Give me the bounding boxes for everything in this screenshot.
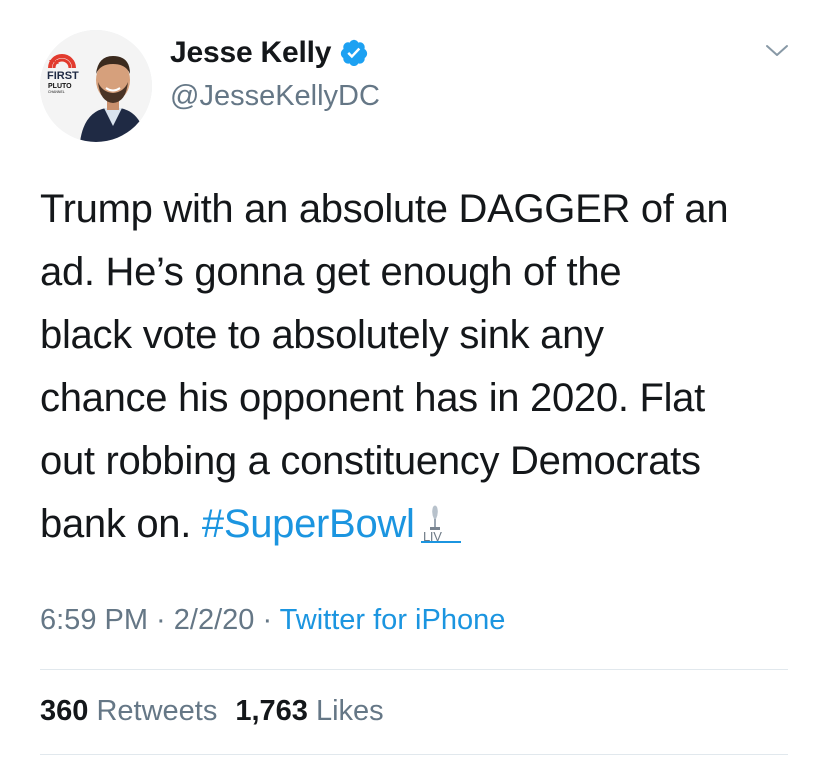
avatar-badge-first: FIRST <box>47 70 79 82</box>
tweet-text-line: chance his opponent has in 2020. Flat <box>40 376 705 420</box>
tweet-date[interactable]: 2/2/20 <box>174 604 255 636</box>
tweet-text-line: out robbing a constituency Democrats <box>40 439 701 483</box>
verified-badge-icon <box>339 38 369 68</box>
tweet-text-prefix: bank on. <box>40 502 202 546</box>
tweet-text: Trump with an absolute DAGGER of an ad. … <box>40 178 800 556</box>
hashtag-link[interactable]: #SuperBowl <box>202 502 415 546</box>
likes-label: Likes <box>315 695 384 727</box>
author-name-row[interactable]: Jesse Kelly <box>170 36 369 70</box>
tweet-text-line: black vote to absolutely sink any <box>40 313 604 357</box>
divider <box>40 669 788 670</box>
likes-count: 1,763 <box>235 695 308 727</box>
retweets-stat[interactable]: 360 Retweets <box>40 695 217 727</box>
tweet-text-line: ad. He’s gonna get enough of the <box>40 250 622 294</box>
author-handle[interactable]: @JesseKellyDC <box>170 80 380 113</box>
display-name[interactable]: Jesse Kelly <box>170 36 331 70</box>
avatar-badge-pluto: PLUTO <box>48 83 72 90</box>
divider <box>40 754 788 755</box>
meta-separator: · <box>148 604 174 636</box>
avatar-badge-channel: CHANNEL <box>48 90 65 94</box>
avatar[interactable]: THE FIRST PLUTO CHANNEL <box>40 30 152 142</box>
avatar-badge-the: THE <box>49 60 60 66</box>
avatar-image: THE FIRST PLUTO CHANNEL <box>40 30 152 142</box>
tweet-time[interactable]: 6:59 PM <box>40 604 148 636</box>
svg-text:LIV: LIV <box>423 529 442 543</box>
tweet-meta: 6:59 PM · 2/2/20 · Twitter for iPhone <box>40 604 505 637</box>
tweet-stats: 360 Retweets 1,763 Likes <box>40 695 402 728</box>
tweet-card: THE FIRST PLUTO CHANNEL Jesse Kelly @Jes… <box>0 0 828 782</box>
retweets-count: 360 <box>40 695 89 727</box>
chevron-down-icon[interactable] <box>762 36 792 66</box>
tweet-text-line: Trump with an absolute DAGGER of an <box>40 187 729 231</box>
tweet-text-last-line: bank on. #SuperBowl LIV <box>40 493 800 556</box>
retweets-label: Retweets <box>96 695 218 727</box>
meta-separator: · <box>254 604 280 636</box>
super-bowl-liv-trophy-icon[interactable]: LIV <box>419 499 463 544</box>
tweet-source-link[interactable]: Twitter for iPhone <box>280 604 506 636</box>
likes-stat[interactable]: 1,763 Likes <box>235 695 383 727</box>
